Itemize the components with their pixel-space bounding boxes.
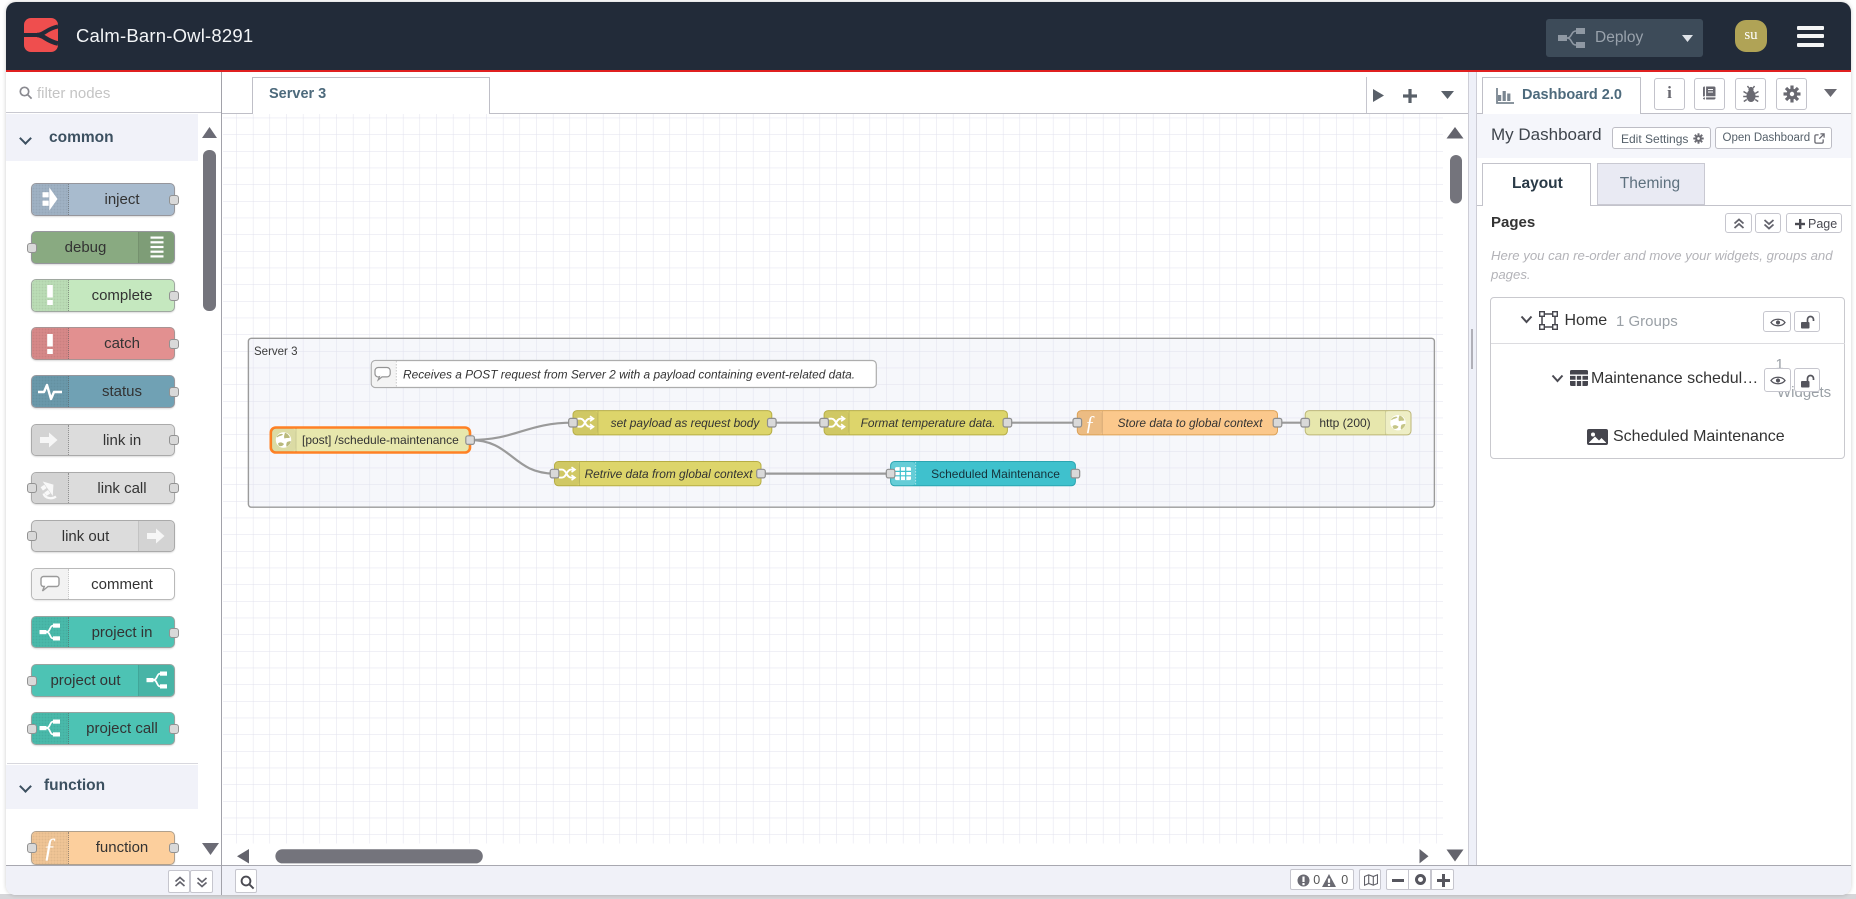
svg-text:http (200): http (200) [1319, 416, 1370, 430]
svg-text:[post] /schedule-maintenance: [post] /schedule-maintenance [302, 433, 459, 447]
svg-text:set payload as request body: set payload as request body [611, 416, 761, 430]
svg-text:Format temperature data.: Format temperature data. [861, 416, 996, 430]
svg-text:ƒ: ƒ [1085, 411, 1096, 435]
svg-text:Store data to global context: Store data to global context [1118, 416, 1263, 430]
svg-text:Scheduled Maintenance: Scheduled Maintenance [931, 467, 1060, 481]
svg-text:Server 3: Server 3 [254, 346, 297, 358]
svg-text:Retrive data from global conte: Retrive data from global context [585, 467, 754, 481]
svg-text:Receives a POST request from S: Receives a POST request from Server 2 wi… [403, 367, 855, 381]
